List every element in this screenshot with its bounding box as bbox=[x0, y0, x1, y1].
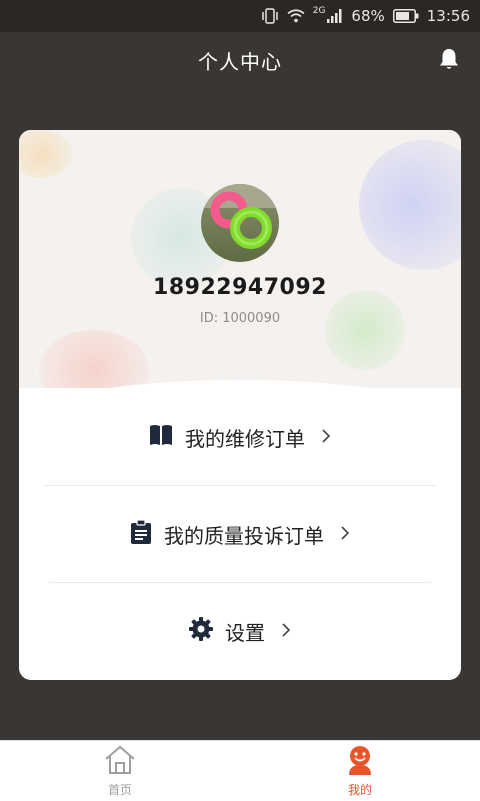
battery-percent: 68% bbox=[351, 7, 385, 25]
bottom-tab-bar: 首页 我的 bbox=[0, 740, 480, 801]
avatar[interactable] bbox=[201, 184, 279, 262]
tab-mine[interactable]: 我的 bbox=[300, 741, 420, 801]
signal-icon bbox=[327, 9, 343, 23]
tab-label: 首页 bbox=[107, 782, 132, 797]
tab-home[interactable]: 首页 bbox=[60, 741, 180, 801]
menu-item-label: 设置 bbox=[225, 620, 265, 645]
menu-item-repair-orders[interactable]: 我的维修订单 bbox=[19, 407, 461, 467]
network-type: 2G bbox=[312, 6, 326, 16]
book-icon bbox=[149, 424, 173, 451]
chevron-right-icon bbox=[281, 621, 291, 642]
decor-bubble bbox=[325, 290, 405, 370]
user-id: ID: 1000090 bbox=[199, 311, 281, 326]
decor-bubble bbox=[359, 140, 461, 270]
home-icon bbox=[103, 745, 137, 779]
chevron-right-icon bbox=[340, 524, 350, 545]
gear-icon bbox=[189, 616, 213, 646]
clock: 13:56 bbox=[426, 7, 470, 25]
page-title: 个人中心 bbox=[198, 49, 282, 74]
vibrate-icon bbox=[261, 8, 279, 24]
profile-header: 18922947092 ID: 1000090 bbox=[19, 130, 461, 388]
menu-item-label: 我的维修订单 bbox=[185, 426, 305, 451]
bell-icon[interactable] bbox=[436, 46, 462, 72]
battery-icon bbox=[392, 9, 419, 23]
user-mascot-icon bbox=[345, 745, 375, 779]
menu-item-settings[interactable]: 设置 bbox=[19, 601, 461, 661]
wifi-icon bbox=[287, 9, 305, 23]
tab-label: 我的 bbox=[347, 782, 372, 797]
clipboard-icon bbox=[130, 518, 152, 549]
phone-number: 18922947092 bbox=[153, 275, 327, 300]
decor-bubble bbox=[19, 130, 73, 178]
app-header: 个人中心 bbox=[0, 32, 480, 88]
status-bar: 2G 68% 13:56 bbox=[0, 0, 480, 32]
profile-card: 18922947092 ID: 1000090 我的维修订单 我的质量投诉订单 … bbox=[19, 130, 461, 680]
chevron-right-icon bbox=[321, 427, 331, 448]
decor-bubble bbox=[39, 330, 149, 388]
menu-item-quality-complaint-orders[interactable]: 我的质量投诉订单 bbox=[19, 504, 461, 564]
menu-item-label: 我的质量投诉订单 bbox=[164, 523, 324, 548]
divider bbox=[49, 582, 431, 583]
divider bbox=[43, 485, 437, 486]
